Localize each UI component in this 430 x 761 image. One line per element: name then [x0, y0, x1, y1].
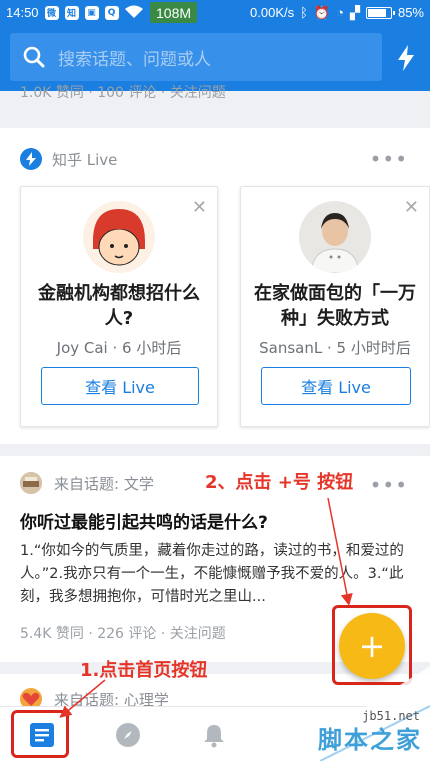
search-box[interactable]: 搜索话题、问题或人 [10, 33, 382, 81]
avatar [299, 201, 371, 273]
qq-notification-icon: Q [104, 5, 119, 20]
live-item-title: 在家做面包的「一万种」失败方式 [254, 283, 416, 329]
feed-meta: 5.4K 赞同 · 226 评论 · 关注问题 [20, 626, 226, 642]
search-icon [23, 46, 45, 68]
close-icon[interactable]: ✕ [404, 197, 419, 218]
annotation-step-2: 2、点击 +号 按钮 [205, 472, 354, 493]
avatar [83, 201, 155, 273]
lightning-icon[interactable] [396, 45, 416, 71]
live-item[interactable]: ✕ 金融机构都想招什么人? Joy Cai · 6 小时后 查看 Live [20, 186, 218, 427]
weibo-notification-icon: 微 [44, 5, 59, 20]
live-item[interactable]: ✕ 在家做面包的「一万种」失败方式 SansanL · 5 小时时后 查看 Li… [240, 186, 430, 427]
annotation-step-1: 1.点击首页按钮 [80, 660, 208, 681]
more-options-icon[interactable]: ••• [370, 475, 408, 495]
bluetooth-icon: ᛒ [300, 5, 308, 20]
watermark-name: 脚本之家 [318, 726, 422, 754]
more-options-icon[interactable]: ••• [370, 149, 408, 169]
topic-avatar [20, 472, 42, 494]
search-placeholder: 搜索话题、问题或人 [58, 49, 211, 70]
live-section-title: 知乎 Live [52, 150, 118, 169]
bell-icon [204, 725, 224, 748]
zhihu-notification-icon: 知 [64, 5, 79, 20]
signal-icon: ▞ [349, 4, 360, 20]
battery-percent: 85% [397, 5, 424, 20]
wifi-status-icon: ◔ [336, 5, 344, 20]
annotation-box-home [11, 710, 69, 758]
status-time: 14:50 [6, 5, 39, 20]
zhihu-live-icon [20, 148, 42, 170]
net-speed-pill: 108M [150, 2, 198, 23]
cutoff-meta: 1.0K 赞同 · 100 评论 · 关注问题 [20, 85, 226, 101]
status-bar: 14:50 微 知 ▣ Q 108M 0.00K/s ᛒ ⏰ ◔ ▞ 85% [0, 0, 430, 25]
live-item-meta: Joy Cai · 6 小时后 [56, 339, 182, 357]
net-speed: 0.00K/s [250, 5, 295, 20]
answer-excerpt[interactable]: 1.“你如今的气质里，藏着你走过的路，读过的书，和爱过的人。”2.我亦只有一个一… [20, 540, 412, 609]
battery-icon [365, 6, 395, 19]
nav-notifications[interactable] [194, 715, 234, 755]
live-card: 知乎 Live ••• ✕ 金融机构都想招什么人? Joy Cai · 6 小时… [0, 128, 430, 444]
wifi-icon [125, 5, 143, 18]
view-live-button[interactable]: 查看 Live [261, 367, 411, 405]
topic-source: 来自话题: 文学 [54, 474, 154, 493]
close-icon[interactable]: ✕ [192, 197, 207, 218]
live-item-meta: SansanL · 5 小时时后 [259, 339, 411, 357]
watermark: jb51.net 脚本之家 [280, 666, 430, 761]
question-title[interactable]: 你听过最能引起共鸣的话是什么? [20, 508, 268, 533]
nav-explore[interactable] [108, 715, 148, 755]
image-notification-icon: ▣ [84, 5, 99, 20]
alarm-icon: ⏰ [313, 4, 331, 20]
compass-icon [116, 723, 140, 747]
live-item-title: 金融机构都想招什么人? [38, 283, 200, 329]
view-live-button[interactable]: 查看 Live [41, 367, 199, 405]
